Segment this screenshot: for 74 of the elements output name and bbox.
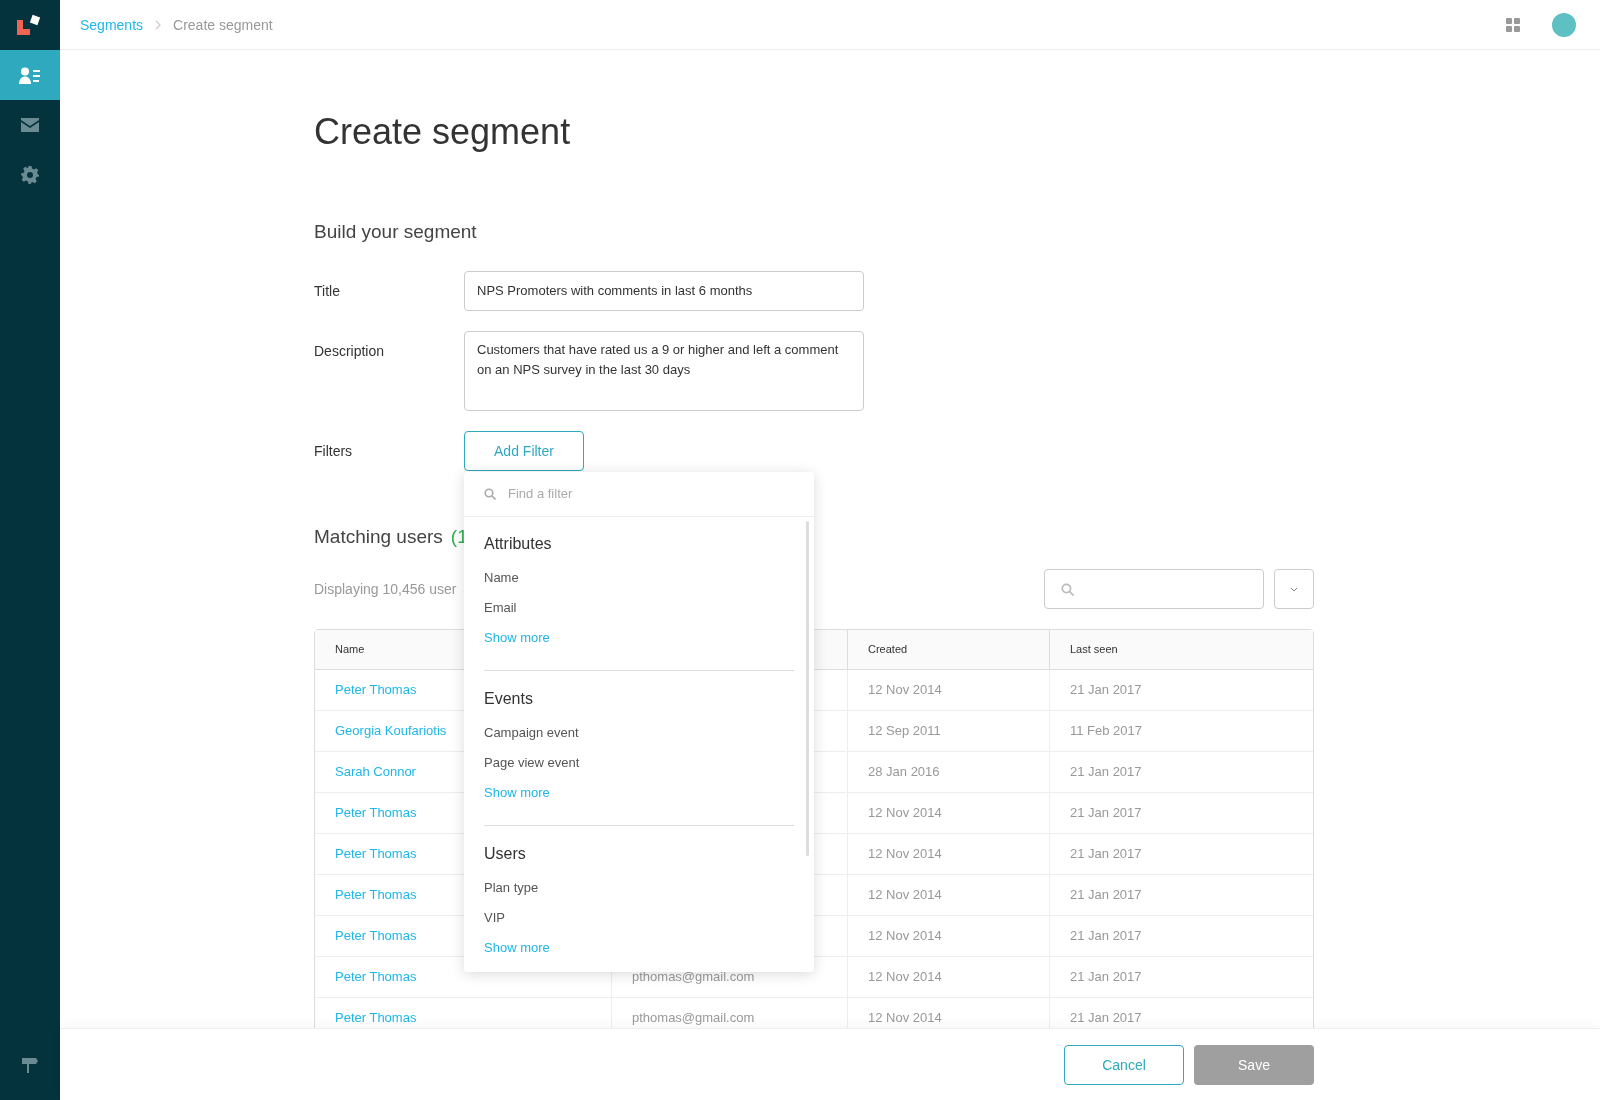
sidebar-item[interactable]	[0, 50, 60, 100]
table-cell-text: pthomas@gmail.com	[632, 1009, 755, 1028]
search-icon	[484, 487, 496, 500]
add-filter-button[interactable]: Add Filter	[464, 430, 584, 471]
table-cell-text: 12 Nov 2014	[868, 886, 942, 905]
title-input[interactable]: NPS Promoters with comments in last 6 months	[464, 270, 864, 311]
filter-option[interactable]: Campaign event	[484, 717, 794, 748]
section-title: Build your segment	[314, 220, 478, 244]
dropdown-button[interactable]	[1274, 569, 1314, 609]
table-cell-text: 21 Jan 2017	[1070, 886, 1142, 905]
user-name-link[interactable]: Peter Thomas	[335, 885, 417, 905]
user-name-link[interactable]: Peter Thomas	[335, 926, 417, 946]
user-name-link[interactable]: Georgia Koufariotis	[335, 721, 447, 741]
table-cell-text: 12 Nov 2014	[868, 927, 942, 946]
table-cell-text: pthomas@gmail.com	[632, 968, 755, 987]
table-cell-text: 11 Feb 2017	[1070, 722, 1143, 741]
user-name-link[interactable]: Peter Thomas	[335, 1008, 417, 1028]
user-name-link[interactable]: Peter Thomas	[335, 680, 417, 700]
field-label: Filters	[314, 441, 354, 461]
user-name-link[interactable]: Peter Thomas	[335, 967, 417, 987]
table-cell-text: 28 Jan 2016	[868, 763, 940, 782]
column-header[interactable]: Name	[335, 641, 365, 658]
show-more-link[interactable]: Show more	[484, 622, 550, 653]
user-name-link[interactable]: Peter Thomas	[335, 844, 417, 864]
table-cell-text: 12 Nov 2014	[868, 804, 942, 823]
contacts-icon	[19, 66, 41, 84]
avatar[interactable]	[1552, 12, 1576, 37]
field-label: Title	[314, 281, 341, 301]
apps-grid-icon[interactable]	[1506, 17, 1520, 32]
mail-icon	[21, 118, 39, 132]
breadcrumb-current: Create segment	[173, 15, 273, 35]
section-title: Matching users	[314, 524, 443, 549]
footer-button[interactable]: Cancel	[1064, 1044, 1184, 1085]
user-count: (1	[450, 524, 468, 549]
show-more-link[interactable]: Show more	[484, 932, 550, 963]
logo-icon	[17, 14, 43, 36]
page-title: Create segment	[314, 110, 572, 154]
scrollbar[interactable]	[806, 520, 809, 856]
filter-option[interactable]: Email	[484, 592, 794, 623]
filter-option[interactable]: Page view event	[484, 747, 794, 778]
show-more-link[interactable]: Show more	[484, 777, 550, 808]
search-icon	[1061, 582, 1074, 596]
table-cell-text: 12 Nov 2014	[868, 681, 942, 700]
user-name-link[interactable]: Sarah Connor	[335, 762, 416, 782]
displaying-text: Displaying 10,456 user	[314, 580, 457, 599]
chevron-right-icon	[155, 19, 162, 30]
column-header[interactable]: Created	[868, 641, 908, 658]
table-cell-text: 21 Jan 2017	[1070, 845, 1142, 864]
breadcrumb-link[interactable]: Segments	[80, 14, 144, 35]
table-cell-text: 21 Jan 2017	[1070, 968, 1142, 987]
settings-icon	[21, 166, 39, 184]
table-cell-text: 21 Jan 2017	[1070, 681, 1142, 700]
table-cell-text: 21 Jan 2017	[1070, 1009, 1142, 1028]
filter-search-field[interactable]: Find a filter	[508, 483, 794, 504]
table-cell-text: 21 Jan 2017	[1070, 804, 1142, 823]
filter-option[interactable]: VIP	[484, 902, 794, 933]
signpost-icon[interactable]	[21, 1056, 39, 1074]
table-cell-text: 12 Nov 2014	[868, 1009, 942, 1028]
column-header[interactable]: Last seen	[1070, 641, 1118, 658]
description-input[interactable]: Customers that have rated us a 9 or higher and left a comment on an NPS survey in the last 30 days	[464, 330, 864, 411]
filter-group-title: Events	[484, 688, 534, 709]
user-name-link[interactable]: Peter Thomas	[335, 803, 417, 823]
filter-option[interactable]: Plan type	[484, 872, 794, 903]
table-cell-text: 12 Nov 2014	[868, 845, 942, 864]
filter-group-title: Attributes	[484, 533, 553, 554]
chevron-down-icon	[1290, 586, 1298, 592]
table-search-field[interactable]	[1044, 569, 1264, 609]
table-cell-text: 12 Sep 2011	[868, 722, 941, 741]
table-cell-text: 21 Jan 2017	[1070, 763, 1142, 782]
field-label: Description	[314, 341, 386, 361]
table-cell-text: 12 Nov 2014	[868, 968, 942, 987]
filter-option[interactable]: Name	[484, 562, 794, 593]
filter-group-title: Users	[484, 843, 527, 864]
table-cell-text: 21 Jan 2017	[1070, 927, 1142, 946]
